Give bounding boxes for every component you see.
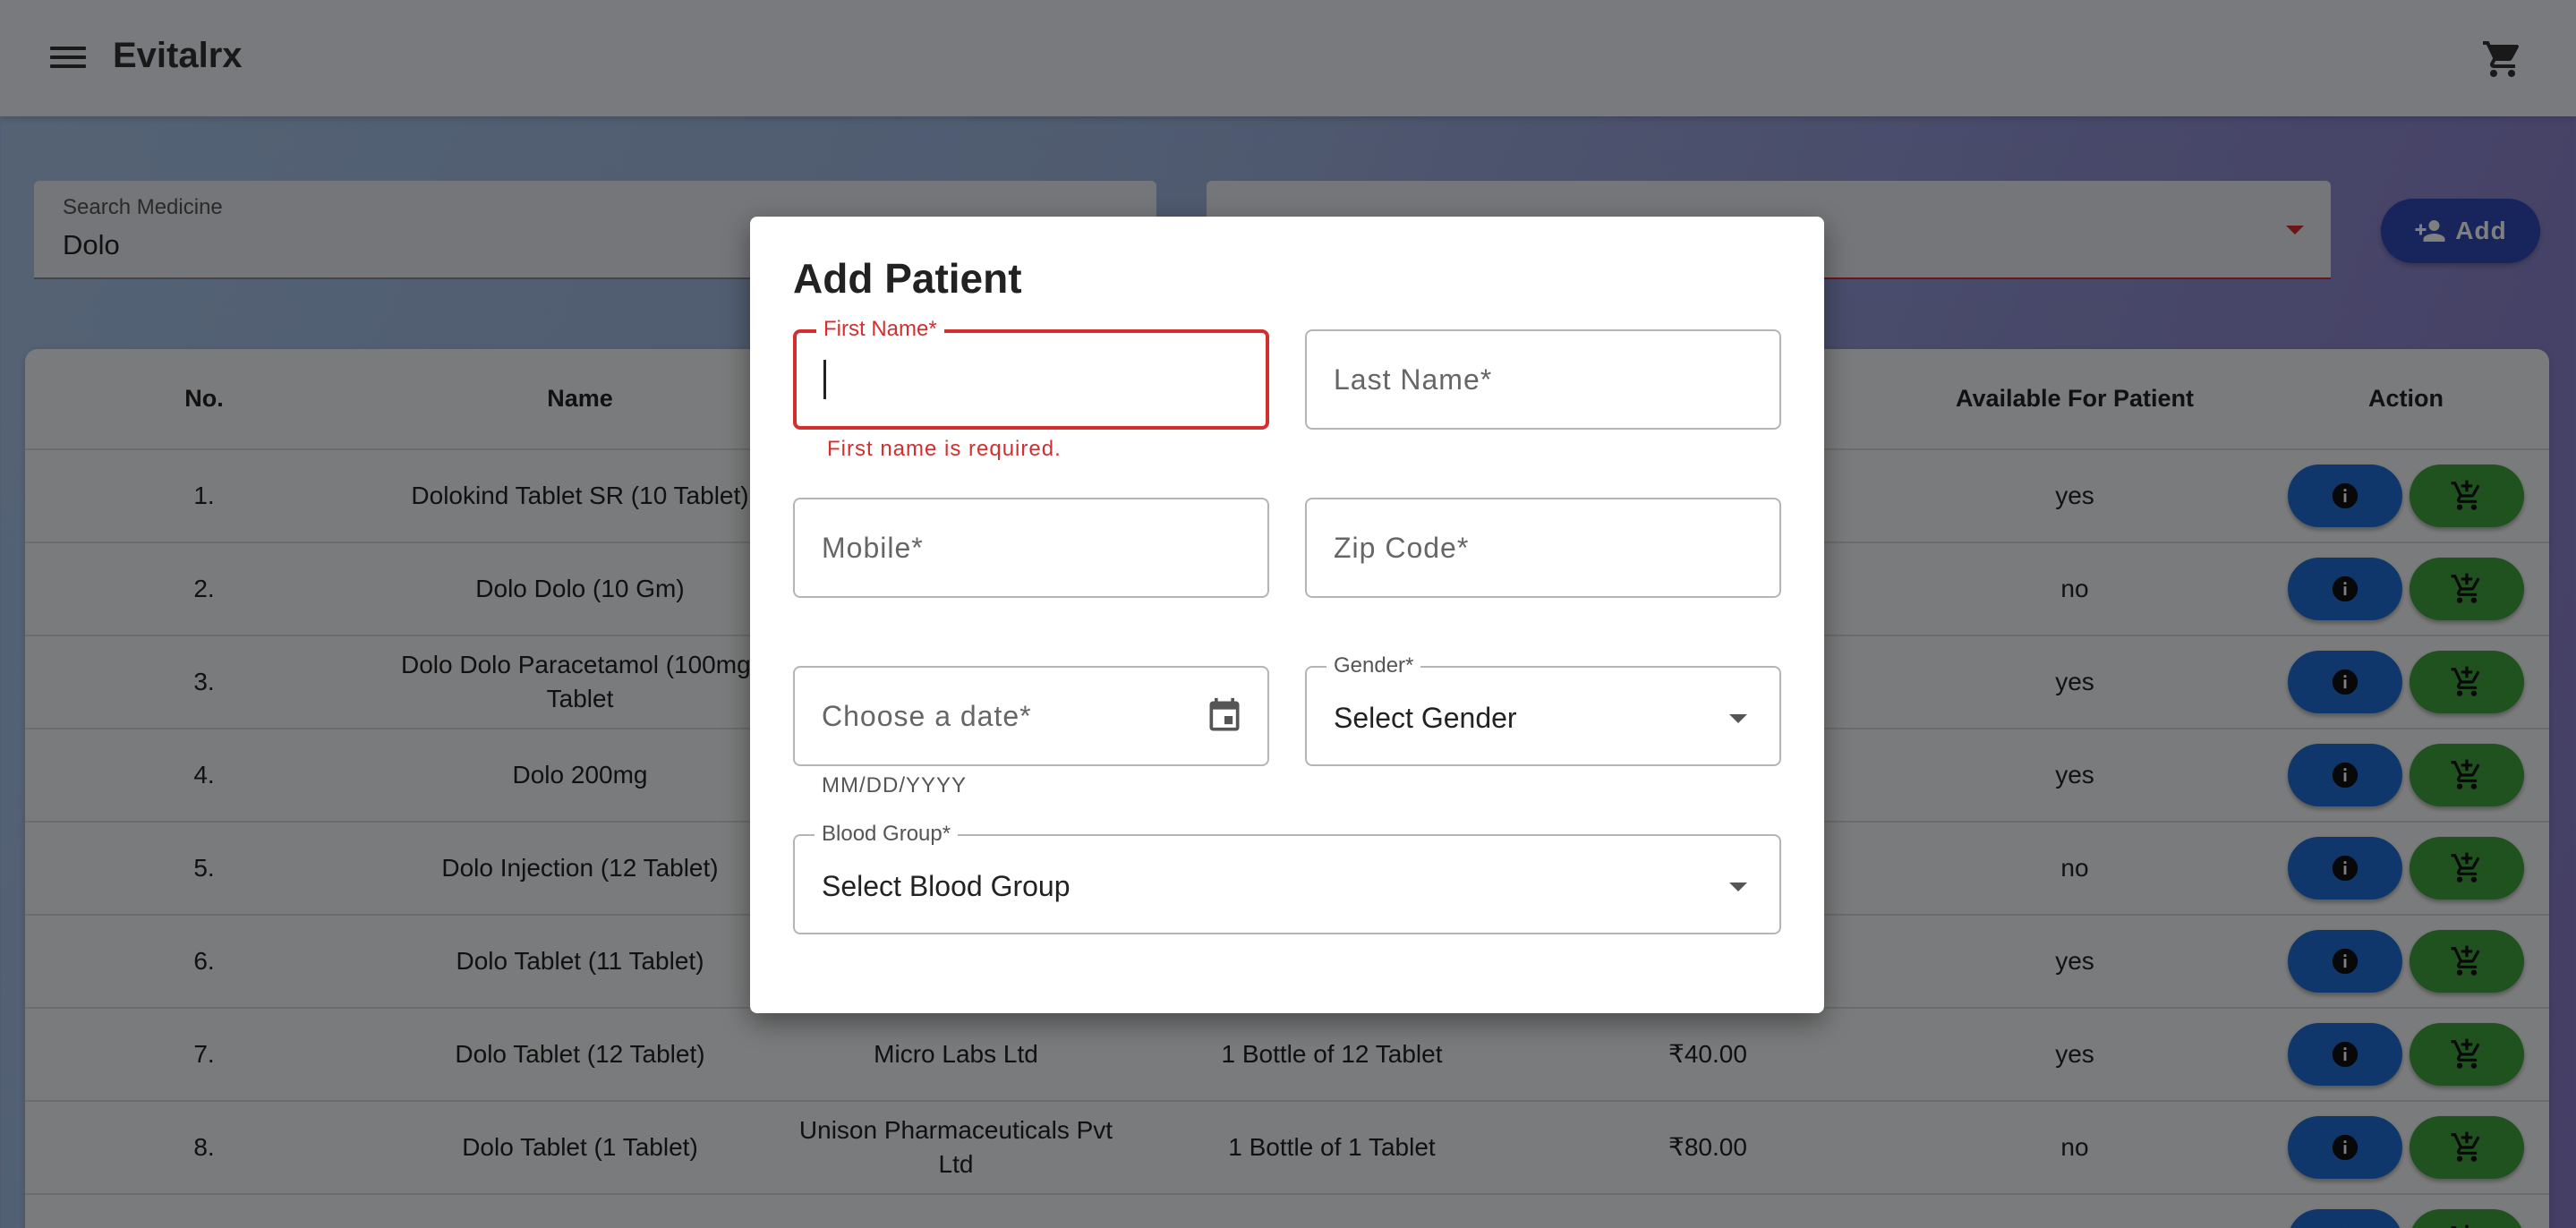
gender-select[interactable]: Gender* Select Gender [1305,653,1781,766]
mobile-placeholder: Mobile* [822,532,924,564]
blood-group-value: Select Blood Group [822,870,1070,902]
date-format-hint: MM/DD/YYYY [822,773,968,797]
add-patient-dialog: Add Patient First Name* First name is re… [750,217,1824,1013]
first-name-label: First Name* [816,317,944,342]
calendar-icon[interactable] [1205,695,1244,738]
last-name-placeholder: Last Name* [1334,363,1493,396]
text-cursor [823,360,826,399]
blood-group-select[interactable]: Blood Group* Select Blood Group [793,822,1781,934]
dialog-title: Add Patient [793,255,1022,302]
first-name-error: First name is required. [827,437,1062,461]
gender-value: Select Gender [1334,702,1517,734]
zip-code-field[interactable]: Zip Code* [1305,498,1781,598]
chevron-down-icon [1729,714,1747,723]
mobile-field[interactable]: Mobile* [793,498,1269,598]
first-name-field[interactable]: First Name* [793,317,1269,430]
chevron-down-icon [1729,883,1747,891]
blood-group-label: Blood Group* [815,822,959,847]
last-name-field[interactable]: Last Name* [1305,329,1781,430]
date-of-birth-field[interactable]: Choose a date* [793,666,1269,766]
zip-code-placeholder: Zip Code* [1334,532,1470,564]
gender-label: Gender* [1326,653,1421,678]
date-placeholder: Choose a date* [822,700,1032,732]
